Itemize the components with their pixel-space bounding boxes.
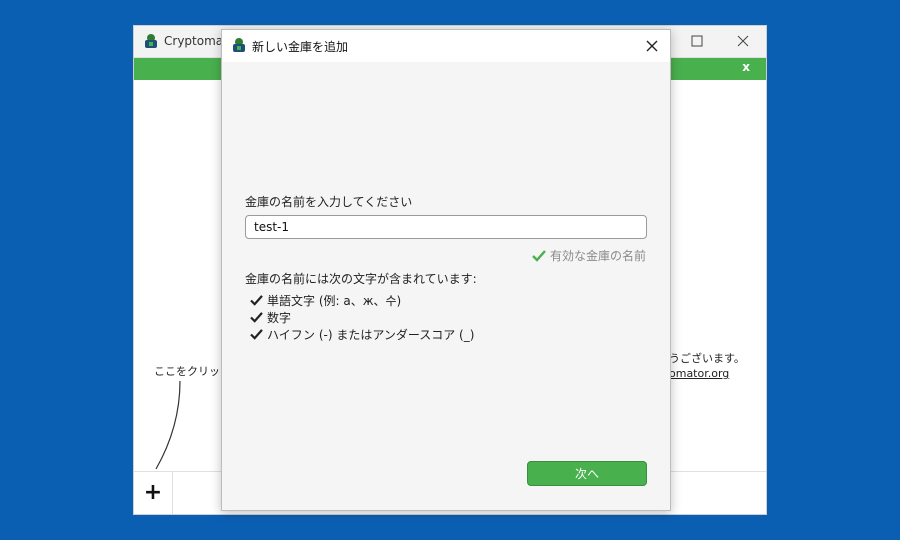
dialog-titlebar: 新しい金庫を追加 — [222, 30, 670, 62]
vault-name-label: 金庫の名前を入力してください — [245, 195, 413, 209]
check-icon — [250, 312, 263, 323]
close-icon[interactable] — [734, 32, 752, 50]
website-link[interactable]: omator.org — [669, 367, 729, 380]
add-vault-dialog: 新しい金庫を追加 金庫の名前を入力してください 有効な金庫の名前 金庫の名前には… — [221, 29, 671, 511]
check-icon — [250, 329, 263, 340]
cryptomator-logo-icon — [233, 38, 245, 52]
cryptomator-logo-icon — [145, 34, 157, 48]
list-item: ハイフン (-) またはアンダースコア (_) — [250, 326, 474, 343]
validation-message: 有効な金庫の名前 — [549, 249, 646, 263]
allowed-characters-label: 金庫の名前には次の文字が含まれています: — [245, 272, 477, 286]
hint-arrow-icon — [155, 381, 181, 470]
rule-text: 数字 — [267, 311, 292, 325]
add-vault-button[interactable]: + — [134, 472, 173, 514]
validation-status: 有効な金庫の名前 — [532, 247, 646, 264]
rule-text: 単語文字 (例: a、ж、수) — [267, 294, 402, 308]
list-item: 単語文字 (例: a、ж、수) — [250, 292, 474, 309]
thanks-text: うございます。 — [669, 352, 745, 365]
banner-close-button[interactable]: x — [742, 60, 750, 74]
list-item: 数字 — [250, 309, 474, 326]
dialog-title: 新しい金庫を追加 — [252, 40, 349, 54]
next-button[interactable]: 次へ — [527, 461, 647, 486]
dialog-close-icon[interactable] — [642, 36, 662, 56]
allowed-characters-list: 単語文字 (例: a、ж、수) 数字 ハイフン (-) またはアンダースコア (… — [250, 292, 474, 343]
maximize-icon[interactable] — [688, 32, 706, 50]
check-icon — [532, 249, 546, 262]
check-icon — [250, 295, 263, 306]
vault-name-input[interactable] — [245, 215, 647, 239]
rule-text: ハイフン (-) またはアンダースコア (_) — [267, 328, 475, 342]
